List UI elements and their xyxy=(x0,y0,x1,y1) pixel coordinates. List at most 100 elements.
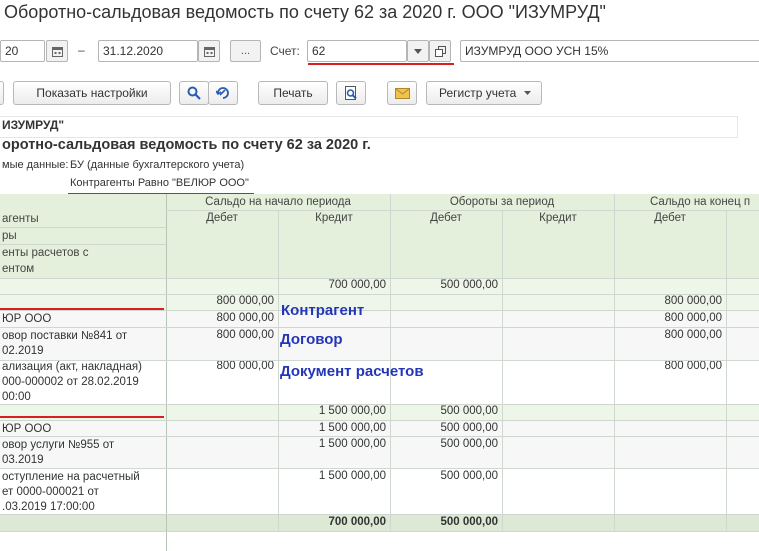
report-org-box xyxy=(0,116,738,138)
row7-credit-open: 1 500 000,00 xyxy=(318,422,386,434)
date-to-field[interactable]: 31.12.2020 xyxy=(98,40,198,62)
grid-line xyxy=(0,278,759,279)
row7-label: ЮР ООО xyxy=(2,423,52,435)
date-from-field[interactable]: 20 xyxy=(0,40,45,62)
print-button[interactable]: Печать xyxy=(258,81,328,105)
calendar-from-button[interactable] xyxy=(46,40,68,62)
report-data-label: мые данные: xyxy=(2,159,69,171)
header-credit-turnover: Кредит xyxy=(539,212,577,224)
total-debit-turnover: 500 000,00 xyxy=(440,516,498,528)
row5-label: ализация (акт, накладная) xyxy=(2,361,142,373)
annotation-document: Документ расчетов xyxy=(280,363,424,380)
header-opening-balance: Сальдо на начало периода xyxy=(205,196,351,208)
grid-line xyxy=(0,294,759,295)
row1-credit-open: 700 000,00 xyxy=(328,279,386,291)
group-marker-line xyxy=(0,308,164,310)
row1-debit-turnover: 500 000,00 xyxy=(440,279,498,291)
annotation-counterparty: Контрагент xyxy=(281,302,365,319)
row7-debit-turnover: 500 000,00 xyxy=(440,422,498,434)
header-analytics-3a: енты расчетов с xyxy=(2,247,89,259)
annotation-contract: Договор xyxy=(280,331,343,348)
print-preview-icon xyxy=(345,85,357,100)
grid-line xyxy=(0,514,759,515)
row5-label-3: 00:00 xyxy=(2,391,31,403)
account-dropdown-button[interactable] xyxy=(407,40,429,62)
row3-debit-open: 800 000,00 xyxy=(216,312,274,324)
total-credit-open: 700 000,00 xyxy=(328,516,386,528)
account-open-button[interactable] xyxy=(429,40,451,62)
grid-line xyxy=(0,327,759,328)
search-button[interactable] xyxy=(179,81,209,105)
chevron-down-icon xyxy=(524,91,532,95)
row5-debit-open: 800 000,00 xyxy=(216,360,274,372)
row4-debit-open: 800 000,00 xyxy=(216,329,274,341)
period-select-button[interactable]: ... xyxy=(230,40,261,62)
header-debit-close: Дебет xyxy=(654,212,686,224)
row8-credit-open: 1 500 000,00 xyxy=(318,438,386,450)
grid-line xyxy=(726,210,727,531)
search-cancel-icon xyxy=(216,87,229,99)
chevron-down-icon xyxy=(414,48,422,54)
header-analytics-2: ры xyxy=(2,230,17,242)
grid-line xyxy=(0,420,759,421)
generate-button[interactable] xyxy=(0,81,4,105)
report-filter-value: Контрагенты Равно "ВЕЛЮР ООО" xyxy=(70,177,249,189)
calendar-icon xyxy=(203,46,215,57)
row4-debit-close: 800 000,00 xyxy=(664,329,722,341)
grid-line xyxy=(0,227,166,228)
row9-credit-open: 1 500 000,00 xyxy=(318,470,386,482)
grid-line xyxy=(614,194,615,531)
grid-line xyxy=(0,468,759,469)
grid-line xyxy=(0,310,759,311)
window-title: Оборотно-сальдовая ведомость по счету 62… xyxy=(4,2,606,22)
row8-label-2: 03.2019 xyxy=(2,454,44,466)
row8-debit-turnover: 500 000,00 xyxy=(440,438,498,450)
header-credit-open: Кредит xyxy=(315,212,353,224)
report-table: Сальдо на начало периода Обороты за пери… xyxy=(0,194,759,551)
grid-line xyxy=(0,436,759,437)
accounting-register-button[interactable]: Регистр учета xyxy=(426,81,542,105)
row6-debit-turnover: 500 000,00 xyxy=(440,405,498,417)
accounting-register-label: Регистр учета xyxy=(439,86,517,100)
header-closing-balance: Сальдо на конец п xyxy=(650,196,751,208)
grid-line xyxy=(278,210,279,531)
send-email-button[interactable] xyxy=(387,81,417,105)
grid-line xyxy=(0,360,759,361)
row5-debit-close: 800 000,00 xyxy=(664,360,722,372)
header-debit-open: Дебет xyxy=(206,212,238,224)
report-org-name: ИЗУМРУД" xyxy=(2,118,65,132)
search-icon xyxy=(187,86,201,100)
row2-debit-close: 800 000,00 xyxy=(664,295,722,307)
envelope-icon xyxy=(394,87,410,99)
account-underline xyxy=(308,63,454,65)
header-turnover: Обороты за период xyxy=(449,196,555,208)
grid-line xyxy=(502,210,503,531)
row9-label: оступление на расчетный xyxy=(2,471,140,483)
row2-debit-open: 800 000,00 xyxy=(216,295,274,307)
open-window-icon xyxy=(434,45,446,57)
row5-label-2: 000-000002 от 28.02.2019 xyxy=(2,376,139,388)
grid-line xyxy=(0,244,166,245)
calendar-to-button[interactable] xyxy=(198,40,220,62)
organization-field[interactable]: ИЗУМРУД ООО УСН 15% xyxy=(460,40,759,62)
row9-debit-turnover: 500 000,00 xyxy=(440,470,498,482)
row6-credit-open: 1 500 000,00 xyxy=(318,405,386,417)
show-settings-button[interactable]: Показать настройки xyxy=(13,81,171,105)
account-label: Счет: xyxy=(270,44,300,58)
row4-label-2: 02.2019 xyxy=(2,345,44,357)
date-dash: – xyxy=(78,43,85,57)
header-analytics-3b: ентом xyxy=(2,263,35,275)
print-preview-button[interactable] xyxy=(336,81,366,105)
grid-line xyxy=(0,531,759,532)
row4-label: овор поставки №841 от xyxy=(2,330,128,342)
grid-line xyxy=(166,210,759,211)
account-field[interactable]: 62 xyxy=(307,40,407,62)
row3-debit-close: 800 000,00 xyxy=(664,312,722,324)
grid-line xyxy=(166,194,167,551)
search-cancel-button[interactable] xyxy=(208,81,238,105)
grid-line xyxy=(0,404,759,405)
report-data-value: БУ (данные бухгалтерского учета) xyxy=(70,159,245,171)
header-debit-turnover: Дебет xyxy=(430,212,462,224)
group-marker-line xyxy=(0,416,164,418)
row3-label: ЮР ООО xyxy=(2,313,52,325)
